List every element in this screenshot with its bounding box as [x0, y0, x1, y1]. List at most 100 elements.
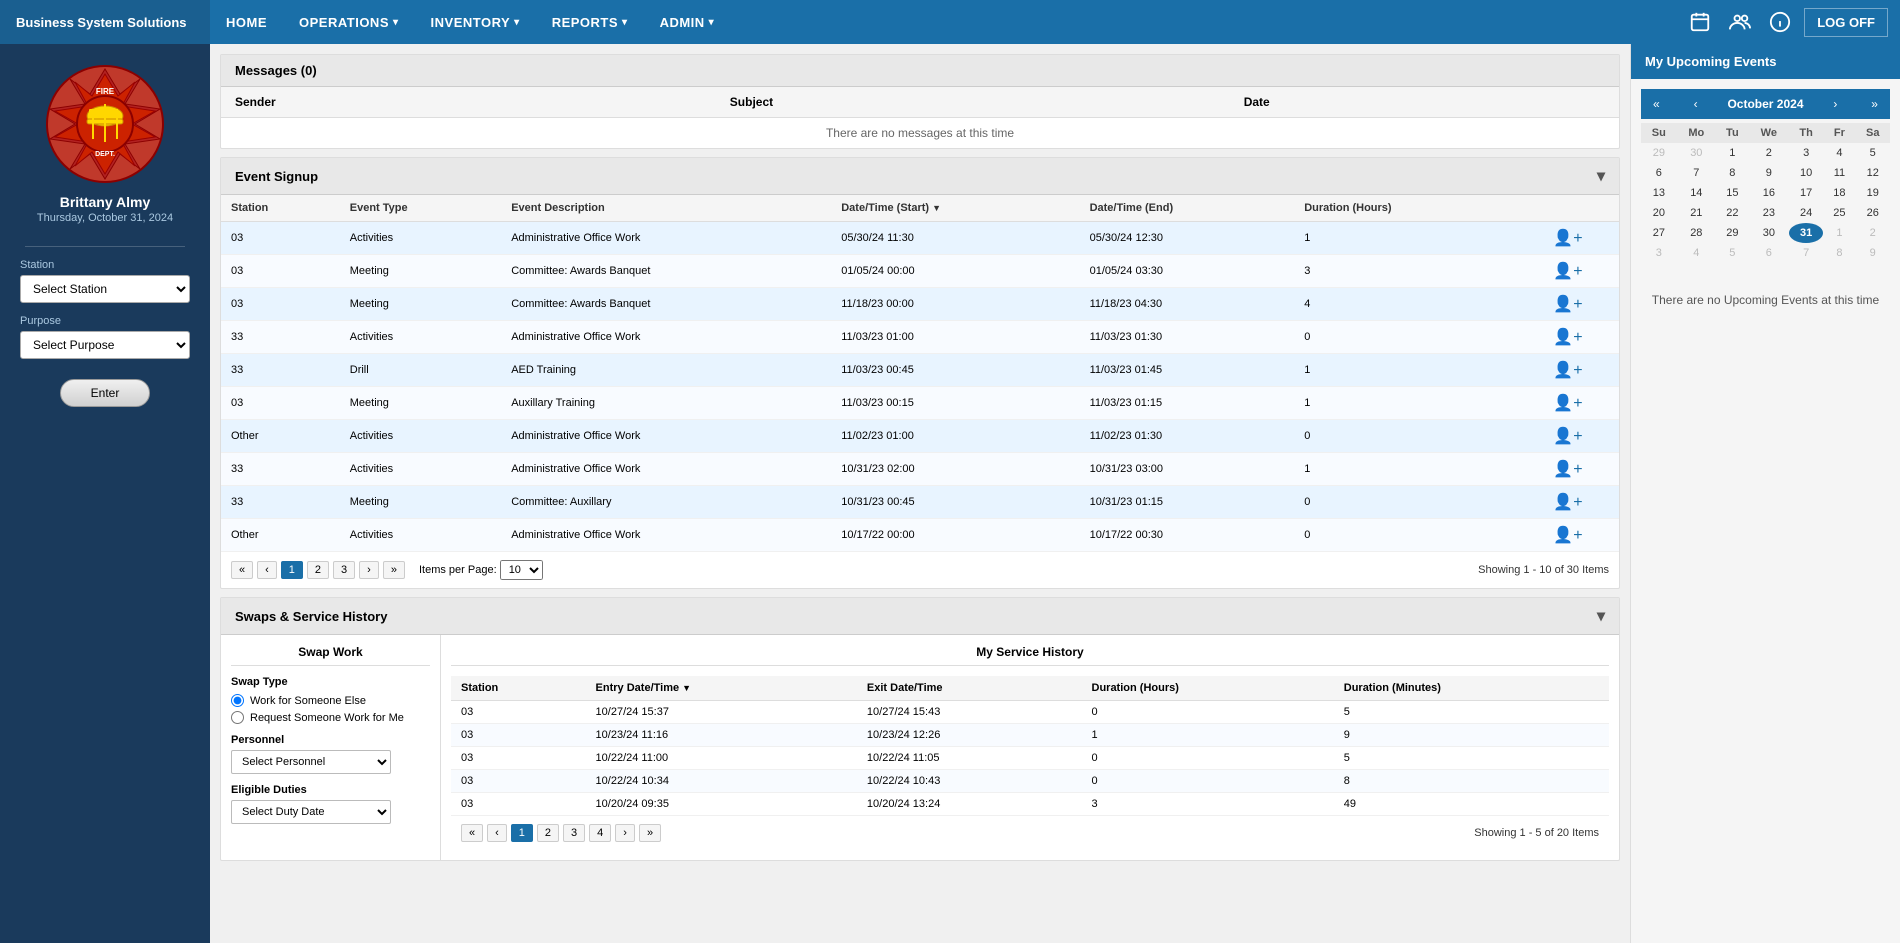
calendar-day-cell[interactable]: 7 [1789, 243, 1823, 263]
col-date-start[interactable]: Date/Time (Start) ▼ [831, 195, 1079, 222]
calendar-day-cell[interactable]: 5 [1716, 243, 1749, 263]
event-signup-action[interactable]: 👤+ [1517, 387, 1619, 420]
calendar-day-cell[interactable]: 1 [1716, 143, 1749, 163]
calendar-day-cell[interactable]: 21 [1677, 203, 1716, 223]
calendar-day-cell[interactable]: 23 [1749, 203, 1789, 223]
calendar-day-cell[interactable]: 19 [1855, 183, 1890, 203]
calendar-day-cell[interactable]: 14 [1677, 183, 1716, 203]
radio-request-someone[interactable]: Request Someone Work for Me [231, 711, 430, 724]
col-station[interactable]: Station [221, 195, 340, 222]
info-icon[interactable] [1764, 6, 1796, 38]
calendar-day-cell[interactable]: 4 [1823, 143, 1855, 163]
calendar-day-cell[interactable]: 2 [1855, 223, 1890, 243]
nav-operations[interactable]: OPERATIONS ▾ [283, 0, 415, 44]
enter-button[interactable]: Enter [60, 379, 151, 407]
event-signup-collapse[interactable]: ▾ [1597, 166, 1605, 186]
nav-inventory[interactable]: INVENTORY ▾ [415, 0, 536, 44]
calendar-day-cell[interactable]: 10 [1789, 163, 1823, 183]
calendar-day-cell[interactable]: 8 [1716, 163, 1749, 183]
calendar-day-cell[interactable]: 6 [1749, 243, 1789, 263]
calendar-day-cell[interactable]: 13 [1641, 183, 1677, 203]
calendar-day-cell[interactable]: 26 [1855, 203, 1890, 223]
calendar-day-cell[interactable]: 8 [1823, 243, 1855, 263]
calendar-day-cell[interactable]: 29 [1641, 143, 1677, 163]
svc-col-entry[interactable]: Entry Date/Time ▼ [586, 676, 857, 701]
cal-next-year[interactable]: » [1867, 95, 1882, 113]
calendar-day-cell[interactable]: 16 [1749, 183, 1789, 203]
calendar-day-cell[interactable]: 27 [1641, 223, 1677, 243]
logoff-button[interactable]: LOG OFF [1804, 8, 1888, 37]
calendar-day-cell[interactable]: 5 [1855, 143, 1890, 163]
personnel-select[interactable]: Select Personnel [231, 750, 391, 774]
event-signup-action[interactable]: 👤+ [1517, 255, 1619, 288]
event-signup-action[interactable]: 👤+ [1517, 354, 1619, 387]
calendar-day-cell[interactable]: 6 [1641, 163, 1677, 183]
nav-home[interactable]: HOME [210, 0, 283, 44]
calendar-day-cell[interactable]: 28 [1677, 223, 1716, 243]
items-per-page-select[interactable]: 10 25 50 [500, 560, 543, 580]
page-1[interactable]: 1 [281, 561, 303, 579]
calendar-day-cell[interactable]: 22 [1716, 203, 1749, 223]
radio-work-for-someone[interactable]: Work for Someone Else [231, 694, 430, 707]
calendar-day-cell[interactable]: 30 [1677, 143, 1716, 163]
event-signup-action[interactable]: 👤+ [1517, 321, 1619, 354]
users-icon[interactable] [1724, 6, 1756, 38]
calendar-day-cell[interactable]: 9 [1749, 163, 1789, 183]
swaps-collapse[interactable]: ▾ [1597, 606, 1605, 626]
purpose-select[interactable]: Select Purpose [20, 331, 190, 359]
event-signup-action[interactable]: 👤+ [1517, 222, 1619, 255]
calendar-day-cell[interactable]: 17 [1789, 183, 1823, 203]
calendar-icon[interactable] [1684, 6, 1716, 38]
svc-page-1[interactable]: 1 [511, 824, 533, 842]
svc-page-first[interactable]: « [461, 824, 483, 842]
svc-page-next[interactable]: › [615, 824, 635, 842]
calendar-day-cell[interactable]: 7 [1677, 163, 1716, 183]
page-prev[interactable]: ‹ [257, 561, 277, 579]
event-signup-action[interactable]: 👤+ [1517, 486, 1619, 519]
cal-next-month[interactable]: › [1829, 95, 1841, 113]
page-next[interactable]: › [359, 561, 379, 579]
col-duration[interactable]: Duration (Hours) [1294, 195, 1517, 222]
calendar-day-cell[interactable]: 3 [1789, 143, 1823, 163]
event-signup-action[interactable]: 👤+ [1517, 420, 1619, 453]
page-last[interactable]: » [383, 561, 405, 579]
radio-work-input[interactable] [231, 694, 244, 707]
event-signup-action[interactable]: 👤+ [1517, 288, 1619, 321]
calendar-day-cell[interactable]: 18 [1823, 183, 1855, 203]
calendar-day-cell[interactable]: 31 [1789, 223, 1823, 243]
nav-admin[interactable]: ADMIN ▾ [644, 0, 731, 44]
calendar-day-cell[interactable]: 3 [1641, 243, 1677, 263]
calendar-day-cell[interactable]: 1 [1823, 223, 1855, 243]
svc-page-prev[interactable]: ‹ [487, 824, 507, 842]
svc-page-4[interactable]: 4 [589, 824, 611, 842]
station-select[interactable]: Select Station [20, 275, 190, 303]
calendar-day-cell[interactable]: 12 [1855, 163, 1890, 183]
calendar-day-cell[interactable]: 9 [1855, 243, 1890, 263]
page-3[interactable]: 3 [333, 561, 355, 579]
event-signup-action[interactable]: 👤+ [1517, 519, 1619, 552]
col-date-end[interactable]: Date/Time (End) [1080, 195, 1295, 222]
col-event-type[interactable]: Event Type [340, 195, 501, 222]
event-signup-action[interactable]: 👤+ [1517, 453, 1619, 486]
duty-date-select[interactable]: Select Duty Date [231, 800, 391, 824]
radio-request-input[interactable] [231, 711, 244, 724]
calendar-day-cell[interactable]: 29 [1716, 223, 1749, 243]
svc-page-last[interactable]: » [639, 824, 661, 842]
cal-prev-month[interactable]: ‹ [1690, 95, 1702, 113]
calendar-day-cell[interactable]: 2 [1749, 143, 1789, 163]
calendar-day-cell[interactable]: 24 [1789, 203, 1823, 223]
svc-page-2[interactable]: 2 [537, 824, 559, 842]
calendar-day-cell[interactable]: 20 [1641, 203, 1677, 223]
page-first[interactable]: « [231, 561, 253, 579]
cal-prev-year[interactable]: « [1649, 95, 1664, 113]
calendar-day-cell[interactable]: 30 [1749, 223, 1789, 243]
svc-page-3[interactable]: 3 [563, 824, 585, 842]
calendar-day-cell[interactable]: 15 [1716, 183, 1749, 203]
nav-reports[interactable]: REPORTS ▾ [536, 0, 644, 44]
calendar-day-cell[interactable]: 4 [1677, 243, 1716, 263]
calendar-day-cell[interactable]: 11 [1823, 163, 1855, 183]
event-cell-end: 11/18/23 04:30 [1080, 288, 1295, 321]
page-2[interactable]: 2 [307, 561, 329, 579]
col-event-desc[interactable]: Event Description [501, 195, 831, 222]
calendar-day-cell[interactable]: 25 [1823, 203, 1855, 223]
